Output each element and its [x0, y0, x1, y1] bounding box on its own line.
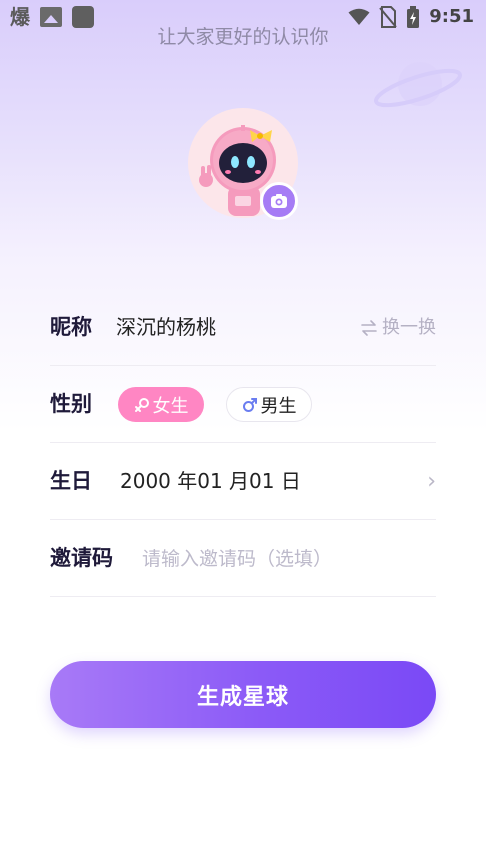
gender-female-chip[interactable]: 女生	[118, 387, 204, 422]
avatar-container[interactable]	[188, 108, 300, 220]
nickname-label: 昵称	[50, 315, 92, 339]
birthday-value[interactable]: 2000 年01 月01 日	[120, 443, 301, 520]
invite-label: 邀请码	[50, 546, 113, 570]
nickname-value[interactable]: 深沉的杨桃	[116, 289, 216, 366]
invite-row: 邀请码	[50, 520, 436, 597]
change-avatar-button[interactable]	[260, 182, 298, 220]
male-icon	[242, 397, 257, 412]
swap-nickname-label: 换一换	[382, 317, 436, 338]
birthday-row[interactable]: 生日 2000 年01 月01 日 ›	[50, 443, 436, 520]
nickname-row: 昵称 深沉的杨桃 换一换	[50, 289, 436, 366]
birthday-label: 生日	[50, 469, 92, 493]
invite-code-input[interactable]	[142, 540, 422, 577]
swap-arrows-icon	[361, 319, 377, 336]
gender-row: 性别 女生 男生	[50, 366, 436, 443]
camera-icon	[271, 194, 287, 208]
female-icon	[134, 397, 149, 412]
gender-male-chip[interactable]: 男生	[226, 387, 312, 422]
chevron-right-icon[interactable]: ›	[427, 443, 436, 520]
page-subtitle: 让大家更好的认识你	[157, 26, 329, 48]
planet-decoration-icon	[374, 62, 462, 108]
gender-label: 性别	[50, 392, 92, 416]
generate-planet-button[interactable]: 生成星球	[50, 661, 436, 728]
gender-male-label: 男生	[260, 395, 297, 417]
swap-nickname-button[interactable]: 换一换	[360, 289, 436, 366]
gender-female-label: 女生	[152, 395, 189, 417]
